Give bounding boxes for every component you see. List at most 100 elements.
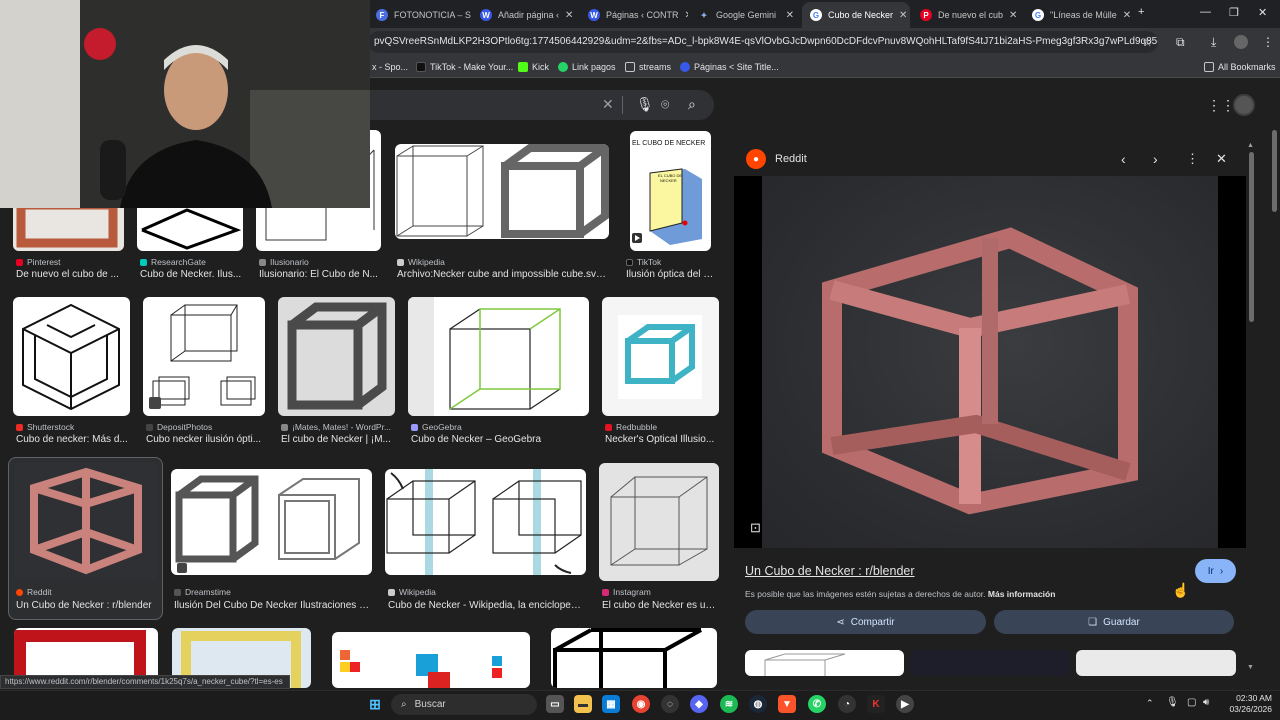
more-options-icon[interactable]: ⋮ (1186, 151, 1199, 167)
chrome-icon[interactable]: ◉ (632, 695, 650, 713)
related-image[interactable] (910, 650, 1070, 676)
close-tab-icon[interactable]: ✕ (565, 10, 573, 21)
profile-avatar[interactable] (1234, 35, 1248, 49)
page-scrollbar[interactable] (1272, 130, 1277, 212)
bookmark-link-pagos[interactable]: Link pagos (558, 59, 616, 75)
close-tab-icon[interactable]: ✕ (1009, 10, 1017, 21)
related-image[interactable] (1076, 650, 1236, 676)
tab-paginas[interactable]: WPáginas ‹ CONTR✕ (580, 2, 688, 28)
close-window-icon[interactable]: ✕ (1258, 6, 1267, 19)
download-icon[interactable]: ⤓ (1211, 35, 1216, 50)
result-image-dreamstime[interactable] (171, 469, 372, 575)
result-title[interactable]: Cubo de Necker. Ilus... (140, 269, 246, 280)
result-title[interactable]: El cubo de Necker | ¡M... (281, 434, 395, 445)
more-info-link[interactable]: Más información (988, 589, 1056, 599)
result-image-instagram[interactable] (599, 463, 719, 581)
close-tab-icon[interactable]: ✕ (685, 10, 688, 21)
result-image-redbubble[interactable] (602, 297, 719, 416)
github-icon[interactable]: ◌ (661, 695, 679, 713)
panel-source[interactable]: Reddit (775, 153, 807, 165)
microphone-icon[interactable]: 🎙︎ (1166, 697, 1179, 708)
result-title[interactable]: Cubo de necker: Más d... (16, 434, 130, 445)
media-player-icon[interactable]: ▶ (896, 695, 914, 713)
lens-search-icon[interactable]: ⊡ (750, 520, 761, 536)
result-title[interactable]: Ilusión Del Cubo De Necker Ilustraciones… (174, 600, 372, 611)
result-image-wikipedia-2[interactable] (385, 469, 586, 575)
panel-scrollbar[interactable] (1249, 152, 1254, 322)
result-title[interactable]: Cubo de Necker - Wikipedia, la enciclope… (388, 600, 586, 611)
search-icon[interactable]: ⌕ (688, 96, 696, 113)
tab-anadir-pagina[interactable]: W Añadir página ‹ ✕ (472, 2, 580, 28)
bookmark-kick[interactable]: Kick (518, 59, 549, 75)
close-tab-icon[interactable]: ✕ (899, 10, 907, 21)
app-icon[interactable]: K (867, 695, 885, 713)
result-title[interactable]: Cubo necker ilusión ópti... (146, 434, 266, 445)
result-title[interactable]: De nuevo el cubo de ... (16, 269, 126, 280)
tab-cubo-de-necker[interactable]: G Cubo de Necker ✕ (802, 2, 910, 28)
brave-icon[interactable]: ▼ (778, 695, 796, 713)
lens-icon[interactable]: ⌾ (661, 96, 669, 113)
previous-icon[interactable]: ‹ (1121, 151, 1126, 167)
result-title[interactable]: Un Cubo de Necker : r/blender (16, 600, 160, 611)
microphone-icon[interactable]: 🎙︎ (636, 96, 654, 113)
result-title[interactable]: El cubo de Necker es un... (602, 600, 718, 611)
tab-fotonoticia[interactable]: FFOTONOTICIA – S✕ (368, 2, 472, 28)
result-image-reddit[interactable] (14, 462, 158, 580)
all-bookmarks[interactable]: All Bookmarks (1204, 59, 1276, 75)
result-image-mates[interactable] (278, 297, 395, 416)
result-title[interactable]: Archivo:Necker cube and impossible cube.… (397, 269, 609, 280)
close-panel-icon[interactable]: ✕ (1216, 151, 1227, 167)
result-image-tiktok[interactable]: EL CUBO DE NECKER EL CUBO DE NECKER (630, 131, 711, 251)
apps-grid-icon[interactable]: ⋮⋮ (1207, 97, 1235, 114)
discord-icon[interactable]: ◆ (690, 695, 708, 713)
tray-overflow-icon[interactable]: ⌃ (1146, 698, 1154, 709)
related-image[interactable] (745, 650, 904, 676)
bookmark-streams[interactable]: streams (625, 59, 671, 75)
close-tab-icon[interactable]: ✕ (1123, 10, 1131, 21)
result-image-depositphotos[interactable] (143, 297, 265, 416)
share-button[interactable]: ⋖ Compartir (745, 610, 986, 634)
address-bar[interactable]: pvQSVreeRSnMdLKP2H3OPtlo6tg:177450644292… (368, 31, 1158, 53)
result-title[interactable]: Cubo de Necker – GeoGebra (411, 434, 589, 445)
bookmark-paginas[interactable]: Páginas < Site Title... (680, 59, 779, 75)
volume-icon[interactable]: 🔊︎ (1203, 697, 1209, 708)
file-explorer-icon[interactable]: ▬ (574, 695, 592, 713)
network-icon[interactable]: ▢ (1187, 697, 1196, 708)
clear-search-icon[interactable]: ✕ (602, 96, 614, 113)
whatsapp-icon[interactable]: ✆ (808, 695, 826, 713)
minimize-icon[interactable]: — (1200, 6, 1211, 18)
tab-pinterest[interactable]: P De nuevo el cub ✕ (912, 2, 1022, 28)
panel-title[interactable]: Un Cubo de Necker : r/blender (745, 564, 915, 578)
result-image[interactable] (332, 632, 530, 688)
account-avatar[interactable] (1233, 94, 1255, 116)
speedometer-icon[interactable]: ◔ (838, 695, 856, 713)
windows-start-icon[interactable]: ⊞ (366, 695, 384, 713)
scroll-down-icon[interactable]: ▼ (1247, 664, 1254, 671)
close-tab-icon[interactable]: ✕ (786, 10, 794, 21)
result-image[interactable] (551, 628, 717, 688)
go-button[interactable]: Ir › (1195, 559, 1236, 583)
spotify-icon[interactable]: ≋ (720, 695, 738, 713)
maximize-icon[interactable]: ❐ (1229, 6, 1239, 19)
result-image-wikipedia[interactable] (395, 144, 609, 239)
menu-icon[interactable]: ⋮ (1262, 35, 1274, 49)
bookmark-tiktok[interactable]: TikTok - Make Your... (416, 59, 513, 75)
bookmark-star-icon[interactable]: ☆ (1142, 35, 1153, 49)
store-icon[interactable]: ▦ (602, 695, 620, 713)
scroll-up-icon[interactable]: ▲ (1247, 142, 1254, 149)
result-image-geogebra[interactable] (408, 297, 589, 416)
taskbar-search[interactable]: ⌕ Buscar (391, 694, 537, 715)
tab-lineas-muller[interactable]: G "Líneas de Mülle ✕ (1024, 2, 1134, 28)
result-title[interactable]: Ilusión óptica del C... (626, 269, 718, 280)
clock[interactable]: 02:30 AM 03/26/2026 (1222, 693, 1272, 715)
result-title[interactable]: Ilusionario: El Cubo de N... (259, 269, 379, 280)
result-title[interactable]: Necker's Optical Illusio... (605, 434, 718, 445)
steam-icon[interactable]: ◍ (749, 695, 767, 713)
save-button[interactable]: ❏ Guardar (994, 610, 1234, 634)
extensions-icon[interactable]: ⧉ (1176, 35, 1185, 50)
new-tab-icon[interactable]: + (1138, 6, 1144, 18)
task-view-icon[interactable]: ▭ (546, 695, 564, 713)
next-icon[interactable]: › (1153, 151, 1158, 167)
tab-gemini[interactable]: ✦ Google Gemini ✕ (690, 2, 802, 28)
bookmark-spotify[interactable]: x - Spo... (372, 59, 408, 75)
